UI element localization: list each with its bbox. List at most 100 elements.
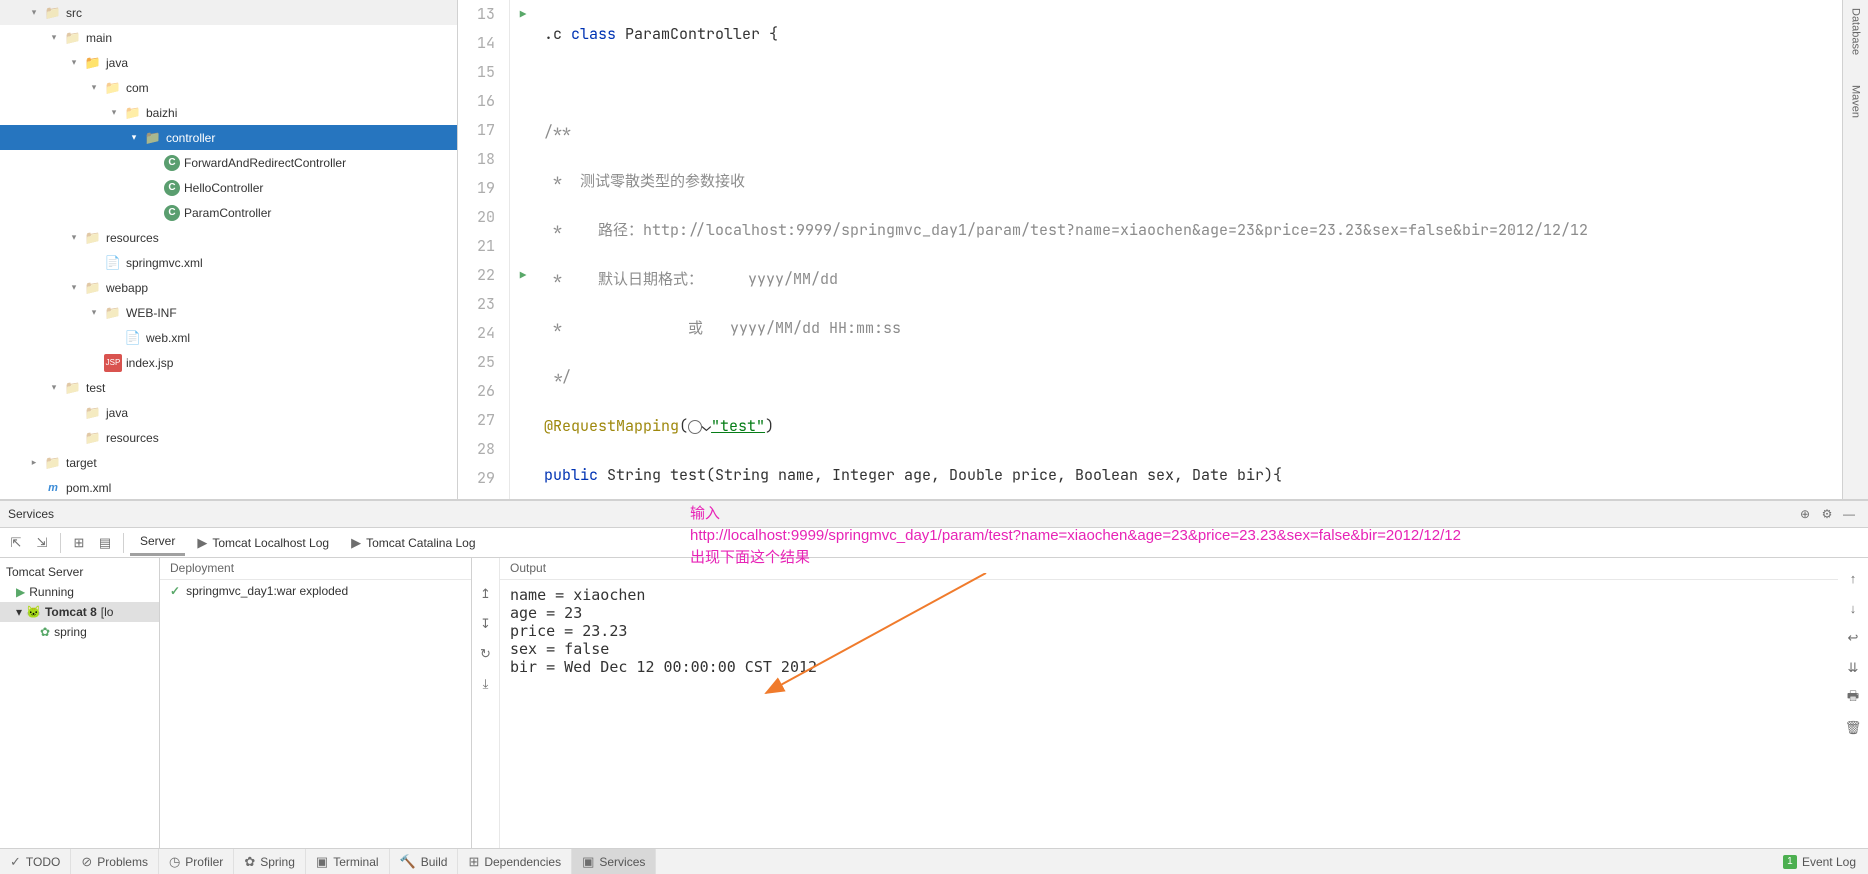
tree-label: WEB-INF [126,306,177,320]
tab-services[interactable]: ▣Services [572,849,656,874]
clear-icon[interactable]: 🗑 [1841,716,1865,740]
chevron-down-icon: ▾ [128,132,140,143]
tree-label: pom.xml [66,481,111,495]
tree-node-target[interactable]: ▸target [0,450,457,475]
soft-wrap-icon[interactable]: ↩ [1841,626,1865,650]
tree-node-webapp[interactable]: ▾webapp [0,275,457,300]
filter-icon[interactable]: ▤ [93,531,117,555]
folder-icon [84,429,102,447]
line-number-gutter: 131415 161718 192021 222324 252627 28293… [458,0,510,499]
web-icon[interactable] [688,420,702,434]
tab-build[interactable]: 🔨Build [390,849,459,874]
play-icon: ▶ [16,585,25,599]
tree-node-baizhi[interactable]: ▾baizhi [0,100,457,125]
chevron-down-icon: ▾ [68,57,80,68]
tree-node-main[interactable]: ▾main [0,25,457,50]
right-sidebar: Database Maven [1842,0,1868,499]
tab-server[interactable]: Server [130,529,185,556]
tab-problems[interactable]: ⊘Problems [71,849,159,874]
tree-node-src[interactable]: ▾src [0,0,457,25]
tomcat-icon [26,605,41,619]
database-tab[interactable]: Database [1850,8,1862,55]
deployment-item[interactable]: ✓springmvc_day1:war exploded [160,580,471,602]
chevron-down-icon: ▾ [48,382,60,393]
tree-node-class[interactable]: ForwardAndRedirectController [0,150,457,175]
deployment-column: Deployment ✓springmvc_day1:war exploded [160,558,472,848]
terminal-icon: ▣ [316,854,328,870]
tree-node-xml[interactable]: web.xml [0,325,457,350]
output-toolbar: ↥ ↧ ↻ ⤓ [472,558,500,848]
spring-icon: ✿ [40,625,50,639]
scroll-up-icon[interactable]: ↑ [1841,566,1865,590]
tree-node-resources[interactable]: resources [0,425,457,450]
group-icon[interactable]: ⊞ [67,531,91,555]
class-icon [164,155,180,171]
settings-icon[interactable]: ⚙ [1816,503,1838,525]
folder-icon [84,229,102,247]
tree-label: com [126,81,149,95]
gutter-icons: ▶ ▶ [510,0,536,499]
code-editor[interactable]: 131415 161718 192021 222324 252627 28293… [458,0,1842,499]
build-icon: 🔨 [400,854,416,870]
expand-all-icon[interactable]: ⇱ [4,531,28,555]
tree-label: test [86,381,105,395]
tree-node-controller[interactable]: ▾controller [0,125,457,150]
check-icon: ✓ [170,584,180,598]
project-tree[interactable]: ▾src ▾main ▾java ▾com ▾baizhi ▾controlle… [0,0,458,499]
dependencies-icon: ⊞ [468,854,479,870]
run-icon[interactable]: ▶ [520,8,527,22]
folder-icon [84,279,102,297]
code-content[interactable]: .c class ParamController { /** * 测试零散类型的… [536,0,1842,499]
maven-tab[interactable]: Maven [1850,85,1862,118]
tree-node-jsp[interactable]: index.jsp [0,350,457,375]
console-output[interactable]: name = xiaochen age = 23 price = 23.23 s… [500,580,1838,848]
tree-label: resources [106,431,159,445]
export-icon[interactable]: ⤓ [474,672,498,696]
tree-node-class[interactable]: ParamController [0,200,457,225]
tree-node-xml[interactable]: springmvc.xml [0,250,457,275]
services-tree[interactable]: Tomcat Server ▶Running ▾Tomcat 8 [lo ✿sp… [0,558,160,848]
class-icon [164,205,180,221]
tree-label: HelloController [184,181,263,195]
event-log[interactable]: 1Event Log [1771,855,1868,869]
tab-dependencies[interactable]: ⊞Dependencies [458,849,572,874]
notification-badge: 1 [1783,855,1797,869]
tree-label: index.jsp [126,356,173,370]
collapse-all-icon[interactable]: ⇲ [30,531,54,555]
check-icon: ✓ [10,854,21,870]
tree-spring[interactable]: ✿spring [0,622,159,642]
tree-node-test[interactable]: ▾ test [0,375,457,400]
tree-node-pom[interactable]: pom.xml [0,475,457,499]
folder-icon [84,404,102,422]
run-icon[interactable]: ▶ [520,269,527,283]
print-icon[interactable]: 🖶 [1841,686,1865,710]
xml-icon [104,254,122,272]
up-icon[interactable]: ↥ [474,582,498,606]
scroll-down-icon[interactable]: ↓ [1841,596,1865,620]
tab-terminal[interactable]: ▣Terminal [306,849,390,874]
warning-icon: ⊘ [81,854,92,870]
tree-node-java[interactable]: ▾java [0,50,457,75]
folder-icon [44,454,62,472]
refresh-icon[interactable]: ↻ [474,642,498,666]
tree-node-com[interactable]: ▾com [0,75,457,100]
scroll-to-end-icon[interactable]: ⇊ [1841,656,1865,680]
tree-node-class[interactable]: HelloController [0,175,457,200]
tree-running[interactable]: ▶Running [0,582,159,602]
down-icon[interactable]: ↧ [474,612,498,636]
tree-tomcat8[interactable]: ▾Tomcat 8 [lo [0,602,159,622]
tree-node-java[interactable]: java [0,400,457,425]
tab-profiler[interactable]: ◷Profiler [159,849,234,874]
minimize-icon[interactable]: — [1838,503,1860,525]
tab-localhost-log[interactable]: ▶Tomcat Localhost Log [187,530,339,556]
tree-node-resources[interactable]: ▾resources [0,225,457,250]
target-icon[interactable]: ⊕ [1794,503,1816,525]
tree-label: ParamController [184,206,271,220]
tab-spring[interactable]: ✿Spring [234,849,306,874]
tab-catalina-log[interactable]: ▶Tomcat Catalina Log [341,530,485,556]
package-icon [104,79,122,97]
tree-tomcat-server[interactable]: Tomcat Server [0,562,159,582]
log-icon: ▶ [197,535,207,551]
tab-todo[interactable]: ✓TODO [0,849,71,874]
tree-node-webinf[interactable]: ▾WEB-INF [0,300,457,325]
